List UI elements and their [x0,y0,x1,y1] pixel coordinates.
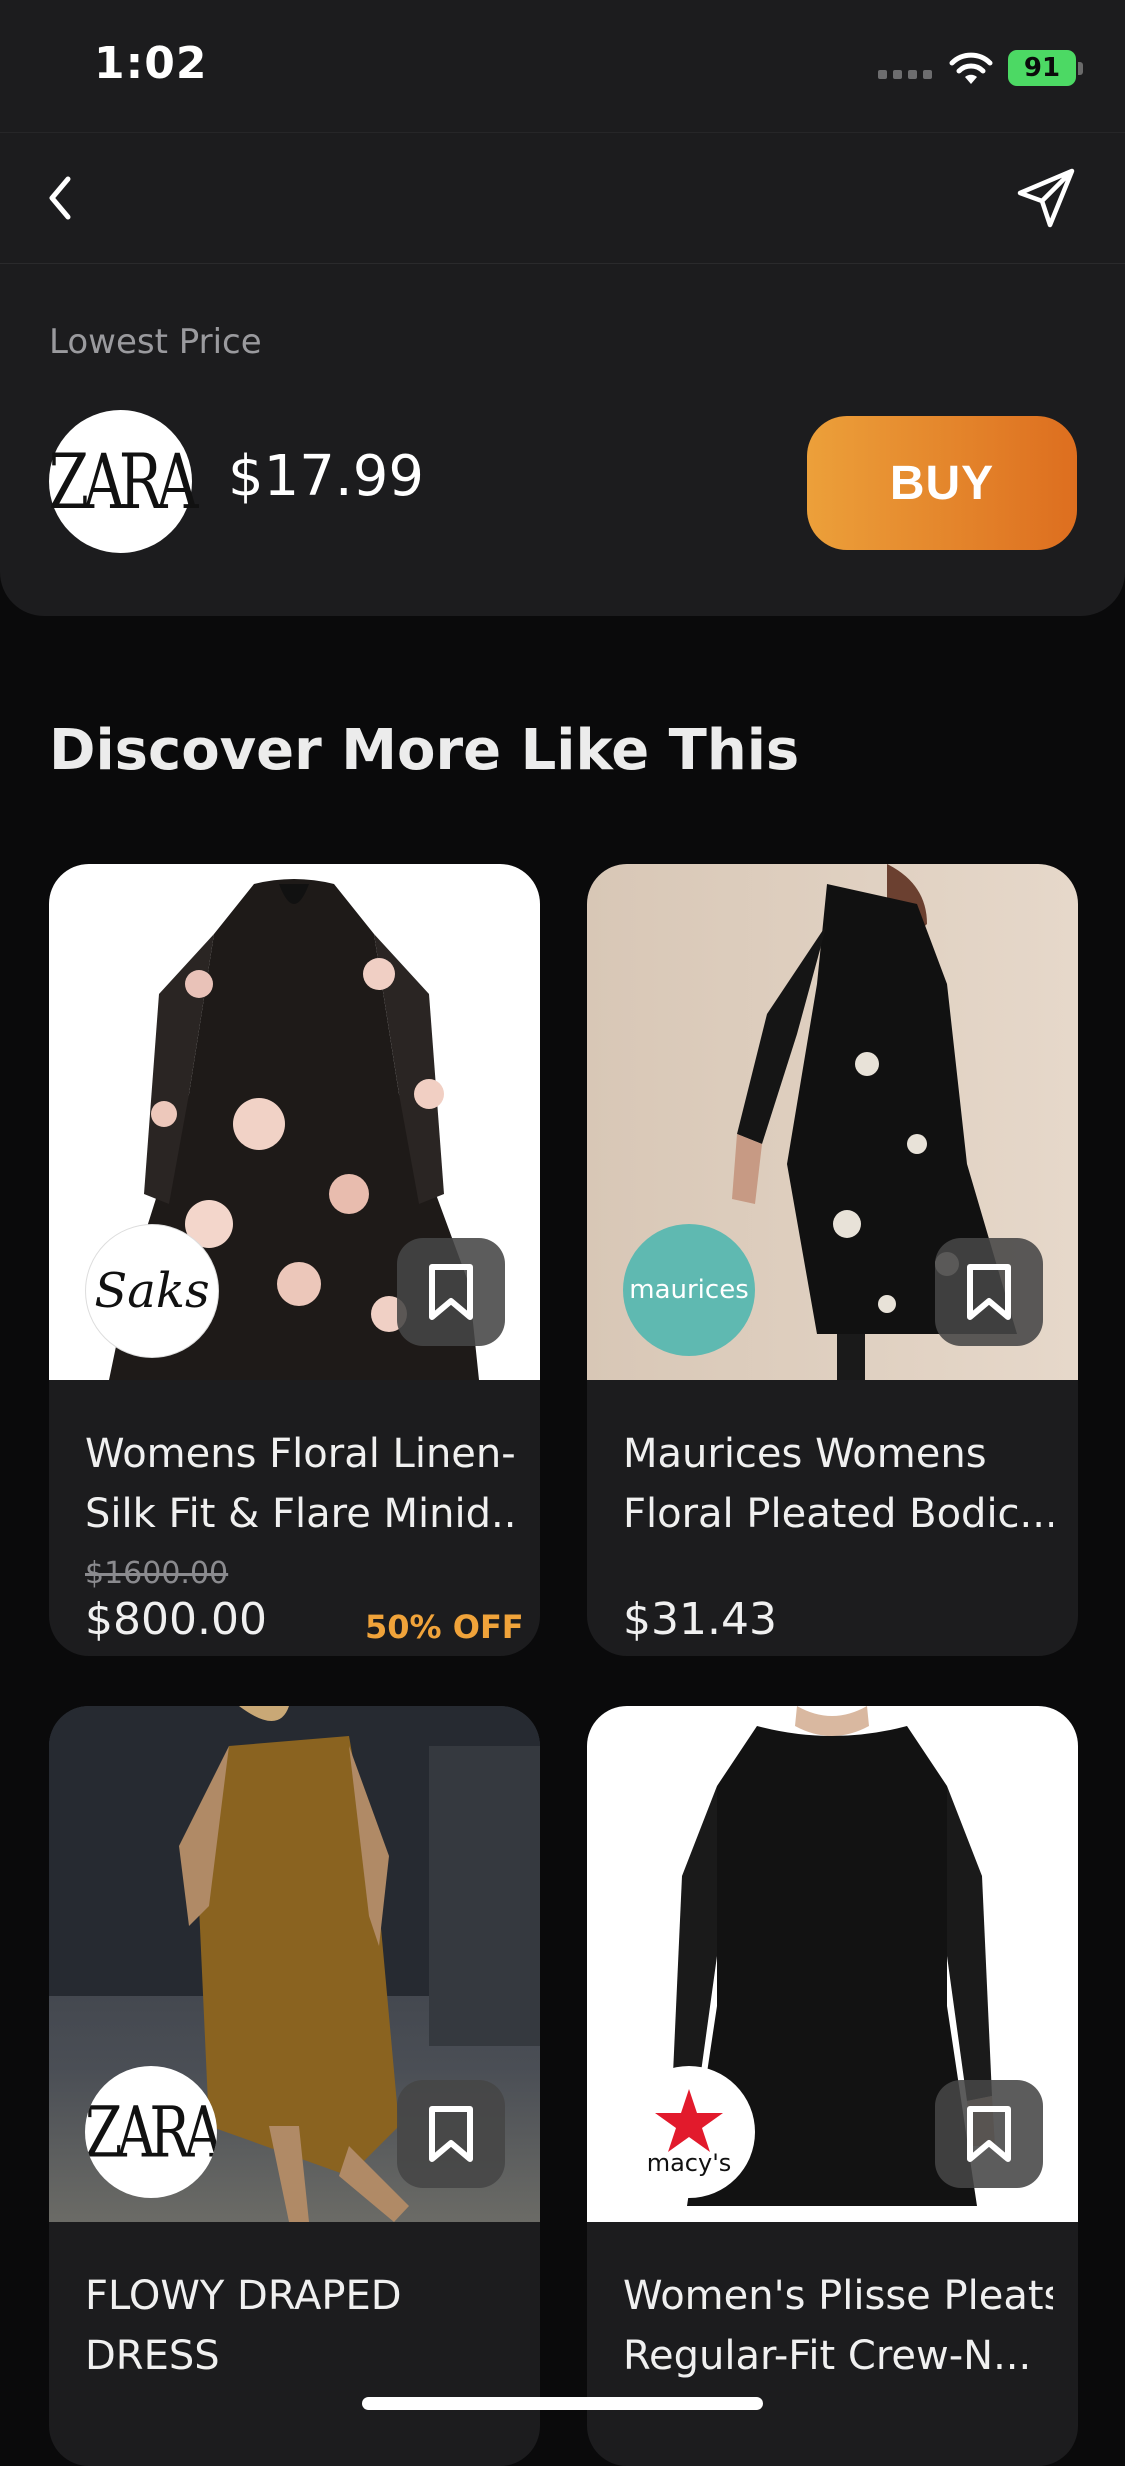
lowest-price-value: $17.99 [228,444,424,509]
battery-icon: 91 [1008,50,1076,86]
paper-plane-icon[interactable] [1012,163,1082,233]
product-title-line2: DRESS [85,2333,220,2379]
zara-logo-text: ZARA [48,437,199,526]
bookmark-button[interactable] [397,1238,505,1346]
bookmark-icon [429,1264,473,1320]
product-card[interactable]: Saks Womens Floral Linen- Silk Fit & Fla… [49,864,540,1656]
bookmark-icon [429,2106,473,2162]
product-image: maurices [587,864,1078,1380]
lowest-price-panel: Lowest Price ZARA $17.99 BUY [0,264,1125,616]
star-icon [655,2089,723,2152]
original-price: $1600.00 [85,1556,229,1591]
product-title: Maurices Womens Floral Pleated Bodic... [623,1424,1053,1544]
product-title: Women's Plisse Pleats Regular-Fit Crew-N… [623,2266,1053,2386]
product-price: $31.43 [623,1594,777,1645]
product-card[interactable]: maurices Maurices Womens Floral Pleated … [587,864,1078,1656]
bookmark-button[interactable] [935,2080,1043,2188]
product-title: Womens Floral Linen- Silk Fit & Flare Mi… [85,1424,515,1544]
bookmark-icon [967,1264,1011,1320]
cellular-signal-icon [878,70,932,79]
product-title-line2: Silk Fit & Flare Minid... [85,1491,515,1537]
section-title: Discover More Like This [49,718,800,783]
bookmark-button[interactable] [935,1238,1043,1346]
product-title-line2: Floral Pleated Bodic... [623,1491,1053,1537]
product-image: ZARA [49,1706,540,2222]
lowest-price-label: Lowest Price [49,322,262,362]
chevron-left-icon[interactable] [40,171,80,225]
nav-bar [0,132,1125,265]
retailer-name: ZARA [85,2091,217,2173]
bookmark-button[interactable] [397,2080,505,2188]
saks-logo: Saks [85,1224,219,1358]
battery-tip [1078,62,1083,75]
product-card[interactable]: ZARA FLOWY DRAPED DRESS [49,1706,540,2466]
product-title-line1: Women's Plisse Pleats [623,2273,1053,2319]
product-price: $800.00 [85,1594,267,1645]
product-title: FLOWY DRAPED DRESS [85,2266,515,2386]
status-bar: 1:02 91 [0,0,1125,132]
discount-badge: 50% OFF [365,1608,524,1646]
status-time: 1:02 [94,38,208,89]
zara-logo: ZARA [85,2066,217,2198]
bookmark-icon [967,2106,1011,2162]
retailer-name: Saks [94,1263,210,1319]
maurices-logo: maurices [623,1224,755,1356]
product-title-line1: FLOWY DRAPED [85,2273,402,2319]
retailer-name: maurices [629,1275,749,1305]
product-title-line1: Womens Floral Linen- [85,1431,515,1477]
product-image: Saks [49,864,540,1380]
retailer-name: macy's [646,2149,732,2177]
product-title-line2: Regular-Fit Crew-N... [623,2333,1032,2379]
macys-logo: macy's [623,2066,755,2198]
buy-button[interactable]: BUY [807,416,1077,550]
product-card[interactable]: macy's Women's Plisse Pleats Regular-Fit… [587,1706,1078,2466]
home-indicator[interactable] [362,2397,763,2410]
product-image: macy's [587,1706,1078,2222]
zara-logo[interactable]: ZARA [48,410,199,553]
wifi-icon [949,52,993,84]
product-title-line1: Maurices Womens [623,1431,987,1477]
